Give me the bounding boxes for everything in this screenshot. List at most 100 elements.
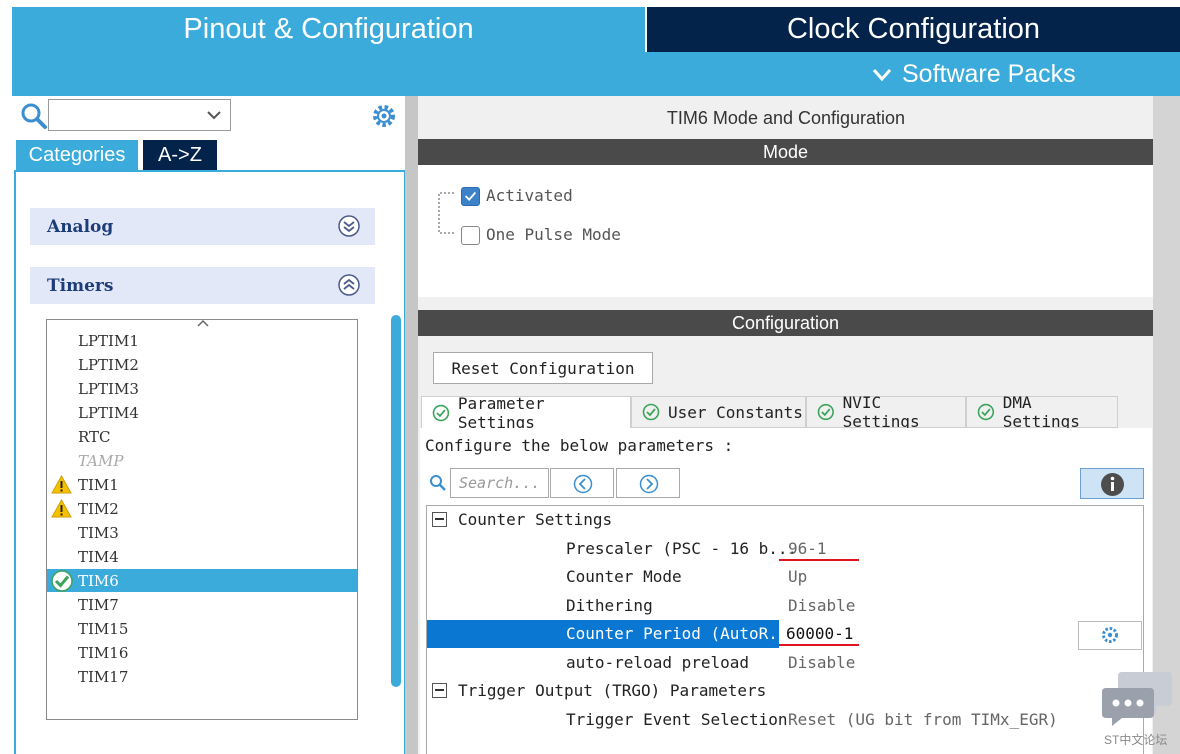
gear-icon: [1102, 627, 1118, 643]
timer-item-label: TIM6: [78, 571, 119, 590]
chat-icon[interactable]: [1100, 670, 1174, 730]
red-underline: [779, 559, 859, 561]
search-icon[interactable]: [20, 102, 48, 130]
timer-item-label: LPTIM1: [78, 331, 139, 350]
check-circle-icon: [432, 404, 450, 421]
timer-item-lptim1[interactable]: LPTIM1: [47, 329, 357, 352]
param-row-auto-reload[interactable]: auto-reload preload Disable: [427, 649, 1143, 677]
param-value[interactable]: Disable: [788, 653, 855, 672]
tab-dma-settings[interactable]: DMA Settings: [966, 393, 1118, 431]
tab-nvic-settings[interactable]: NVIC Settings: [806, 393, 966, 431]
section-counter-settings[interactable]: Counter Settings: [427, 506, 1143, 534]
activated-checkbox[interactable]: [461, 187, 480, 206]
timer-item-rtc[interactable]: RTC: [47, 425, 357, 448]
mode-body: Activated One Pulse Mode: [418, 165, 1153, 297]
collapse-icon[interactable]: [432, 512, 447, 527]
software-packs-menu[interactable]: Software Packs: [872, 60, 1076, 89]
timer-item-lptim3[interactable]: LPTIM3: [47, 377, 357, 400]
category-search-combo[interactable]: [48, 99, 231, 131]
param-row-dithering[interactable]: Dithering Disable: [427, 592, 1143, 620]
tab-user-constants[interactable]: User Constants: [631, 396, 806, 428]
param-name: Prescaler (PSC - 16 b...: [566, 539, 798, 558]
param-name: Dithering: [566, 596, 653, 615]
timer-item-tim6[interactable]: TIM6: [47, 569, 357, 592]
param-settings-button[interactable]: [1078, 621, 1142, 650]
timer-item-tim3[interactable]: TIM3: [47, 521, 357, 544]
tab-label: Parameter Settings: [457, 393, 545, 432]
expand-icon[interactable]: [337, 214, 361, 238]
param-value[interactable]: 60000-1: [786, 624, 853, 643]
param-row-counter-mode[interactable]: Counter Mode Up: [427, 563, 1143, 591]
tab-parameter-settings[interactable]: Parameter Settings: [421, 394, 631, 432]
software-packs-label: Software Packs: [902, 60, 1076, 88]
timer-item-label: TIM16: [78, 643, 129, 662]
timer-item-tim17[interactable]: TIM17: [47, 665, 357, 688]
watermark-text: ST中文论坛: [1104, 733, 1168, 747]
tab-label: NVIC Settings: [842, 393, 920, 431]
param-row-trigger-event[interactable]: Trigger Event Selection Reset (UG bit fr…: [427, 706, 1143, 734]
timer-item-label: RTC: [78, 427, 111, 446]
tab-clock-configuration[interactable]: Clock Configuration: [647, 7, 1180, 52]
group-timers[interactable]: Timers: [30, 267, 375, 304]
tab-categories[interactable]: Categories: [16, 140, 138, 170]
param-name: Counter Period (AutoR...: [566, 624, 798, 643]
chevron-right-circle-icon: [639, 474, 659, 494]
collapse-icon[interactable]: [337, 273, 361, 297]
timer-item-tim7[interactable]: TIM7: [47, 593, 357, 616]
timer-item-lptim4[interactable]: LPTIM4: [47, 401, 357, 424]
param-value[interactable]: Up: [788, 567, 807, 586]
software-packs-bar: Software Packs: [12, 52, 1180, 96]
checkmark-icon: [464, 191, 477, 201]
timer-item-tim2[interactable]: TIM2: [47, 497, 357, 520]
section-label: Trigger Output (TRGO) Parameters: [458, 681, 767, 700]
gear-icon[interactable]: [370, 102, 398, 130]
search-previous-button[interactable]: [550, 468, 614, 498]
section-label: Counter Settings: [458, 510, 613, 529]
param-row-prescaler[interactable]: Prescaler (PSC - 16 b... 96-1: [427, 535, 1143, 563]
param-value[interactable]: Disable: [788, 596, 855, 615]
timer-item-label: LPTIM3: [78, 379, 139, 398]
tab-label: DMA Settings: [1002, 393, 1080, 431]
param-value[interactable]: 96-1: [788, 539, 827, 558]
scroll-up-icon[interactable]: [196, 318, 210, 328]
param-row-counter-period[interactable]: Counter Period (AutoR... 60000-1: [427, 620, 1143, 650]
group-analog[interactable]: Analog: [30, 208, 375, 245]
parameter-search-input[interactable]: Search...: [450, 468, 549, 498]
left-scrollbar-thumb[interactable]: [391, 315, 401, 687]
info-button[interactable]: [1080, 468, 1144, 499]
check-circle-icon: [642, 403, 660, 421]
timer-item-tim1[interactable]: TIM1: [47, 473, 357, 496]
timer-item-tim15[interactable]: TIM15: [47, 617, 357, 640]
tree-connector: [438, 192, 454, 234]
timer-item-lptim2[interactable]: LPTIM2: [47, 353, 357, 376]
param-name: Counter Mode: [566, 567, 682, 586]
check-circle-icon: [817, 403, 834, 421]
one-pulse-label: One Pulse Mode: [486, 225, 621, 244]
timer-item-label: TIM1: [78, 475, 119, 494]
collapse-icon[interactable]: [432, 683, 447, 698]
one-pulse-checkbox[interactable]: [461, 226, 480, 245]
activated-label: Activated: [486, 186, 573, 205]
param-name: Trigger Event Selection: [566, 710, 788, 729]
section-trigger-output[interactable]: Trigger Output (TRGO) Parameters: [427, 677, 1143, 705]
group-timers-label: Timers: [47, 275, 114, 296]
timer-item-tim16[interactable]: TIM16: [47, 641, 357, 664]
tab-pinout-configuration[interactable]: Pinout & Configuration: [12, 7, 645, 52]
timer-item-tamp[interactable]: TAMP: [47, 449, 357, 472]
mode-config-title: TIM6 Mode and Configuration: [666, 107, 906, 128]
configure-instructions: Configure the below parameters :: [425, 436, 734, 455]
configuration-header: Configuration: [418, 310, 1153, 336]
tab-a-to-z[interactable]: A->Z: [143, 140, 217, 170]
param-value[interactable]: Reset (UG bit from TIMx_EGR): [788, 710, 1058, 729]
check-circle-icon: [51, 570, 73, 592]
panel-splitter[interactable]: [405, 96, 418, 754]
timer-item-label: LPTIM2: [78, 355, 139, 374]
timer-item-label: TIM4: [78, 547, 119, 566]
reset-configuration-button[interactable]: Reset Configuration: [433, 352, 653, 384]
search-next-button[interactable]: [616, 468, 680, 498]
param-name: auto-reload preload: [566, 653, 750, 672]
timer-item-label: TIM15: [78, 619, 129, 638]
timer-item-tim4[interactable]: TIM4: [47, 545, 357, 568]
right-edge-bar: [1153, 96, 1180, 754]
mode-header: Mode: [418, 139, 1153, 165]
